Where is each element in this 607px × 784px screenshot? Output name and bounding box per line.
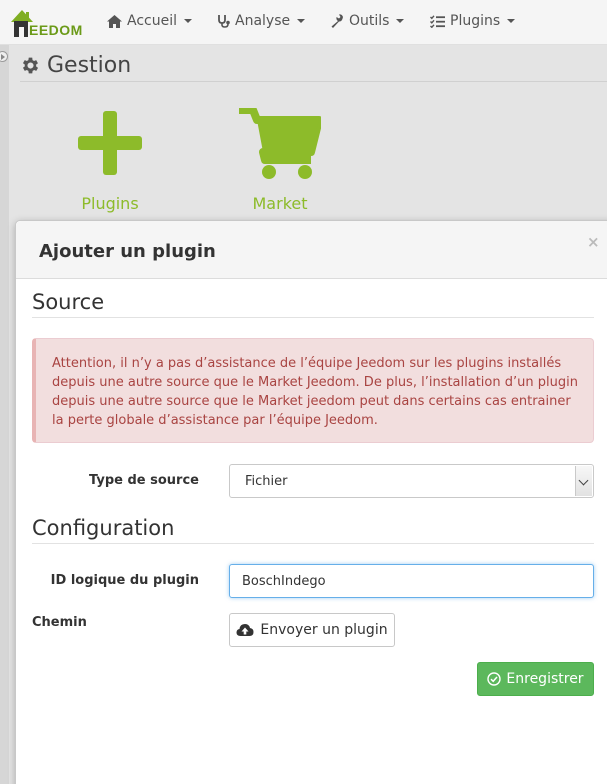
caret-down-icon (507, 19, 516, 23)
cloud-upload-icon (236, 624, 254, 636)
tile-plugins-label: Plugins (81, 194, 139, 213)
nav-analyse[interactable]: Analyse (217, 13, 306, 29)
tile-plugins[interactable]: Plugins (70, 108, 150, 218)
nav-analyse-label: Analyse (235, 13, 291, 29)
source-section-title: Source (32, 290, 105, 314)
configuration-divider (32, 543, 594, 544)
nav-plugins[interactable]: Plugins (430, 13, 516, 29)
configuration-section-title: Configuration (32, 516, 175, 540)
chevron-down-icon (575, 466, 592, 496)
tasks-icon (430, 14, 445, 28)
navbar: EEDOM Accueil Analyse Outils Plugins (0, 0, 607, 45)
save-button[interactable]: Enregistrer (477, 662, 594, 696)
upload-plugin-button[interactable]: Envoyer un plugin (229, 613, 395, 647)
caret-down-icon (396, 19, 405, 23)
plugin-id-label: ID logique du plugin (50, 573, 199, 588)
plugin-id-input[interactable] (229, 564, 594, 598)
nav-accueil[interactable]: Accueil (107, 13, 192, 29)
upload-plugin-label: Envoyer un plugin (260, 622, 388, 638)
shopping-cart-icon (239, 108, 321, 179)
modal-header: Ajouter un plugin × (16, 221, 607, 279)
jeedom-logo[interactable]: EEDOM (8, 6, 83, 38)
stethoscope-icon (218, 15, 230, 28)
source-type-value: Fichier (245, 474, 288, 489)
plus-icon (78, 111, 142, 175)
nav-outils[interactable]: Outils (330, 13, 405, 29)
logo-text: EEDOM (29, 22, 83, 38)
tile-market-label: Market (252, 194, 308, 213)
source-type-select[interactable]: Fichier (229, 464, 594, 498)
source-divider (32, 317, 594, 318)
close-icon[interactable]: × (587, 233, 600, 251)
caret-down-icon (297, 19, 306, 23)
nav-plugins-label: Plugins (450, 13, 501, 29)
save-label: Enregistrer (506, 671, 584, 687)
path-label: Chemin (32, 615, 87, 630)
modal-title: Ajouter un plugin (39, 241, 216, 262)
source-type-label: Type de source (89, 473, 199, 488)
check-circle-icon (487, 672, 502, 686)
page-title-text: Gestion (47, 53, 132, 78)
wrench-icon (331, 14, 343, 28)
warning-alert: Attention, il n’y a pas d’assistance de … (32, 338, 594, 443)
title-divider (20, 81, 607, 82)
gear-icon (22, 57, 39, 74)
left-gutter (0, 45, 9, 784)
tile-market[interactable]: Market (235, 108, 325, 218)
caret-down-icon (184, 19, 192, 23)
nav-outils-label: Outils (349, 13, 390, 29)
page-title: Gestion (20, 53, 131, 78)
nav-accueil-label: Accueil (127, 13, 177, 29)
home-icon (107, 14, 122, 28)
